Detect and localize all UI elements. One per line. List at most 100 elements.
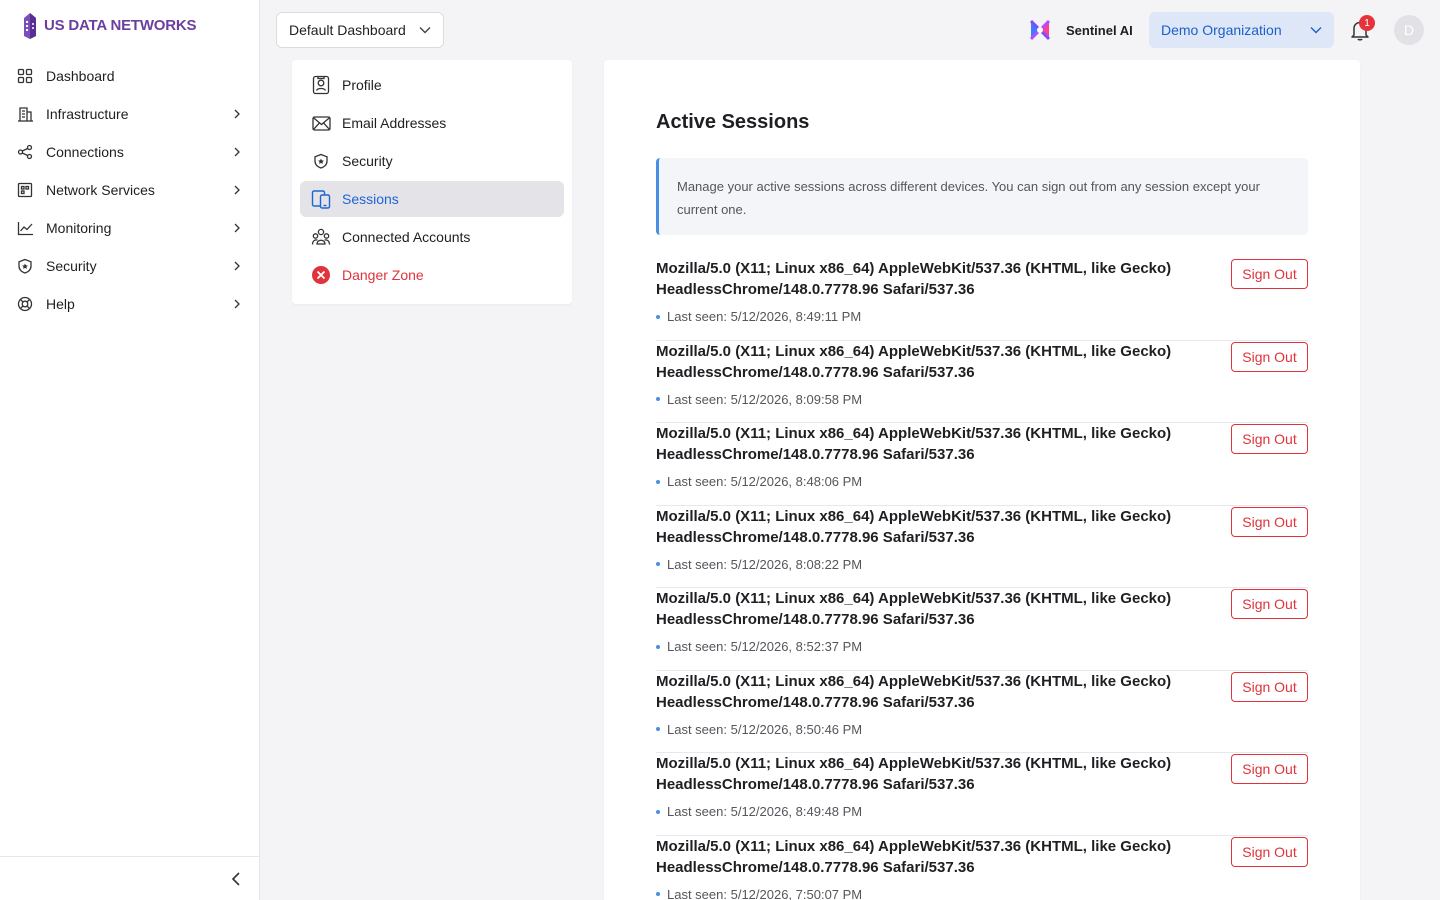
sentinel-ai-button[interactable]: Sentinel AI: [1028, 16, 1133, 44]
session-row: Mozilla/5.0 (X11; Linux x86_64) AppleWeb…: [656, 506, 1308, 588]
building-logo-icon: [24, 13, 36, 39]
settings-menu-item-danger-zone[interactable]: Danger Zone: [300, 257, 564, 293]
settings-menu-label: Profile: [342, 77, 382, 93]
session-last-seen: Last seen: 5/12/2026, 8:48:06 PM: [656, 474, 862, 489]
settings-menu-item-sessions[interactable]: Sessions: [300, 181, 564, 217]
collapse-sidebar-button[interactable]: [226, 869, 246, 889]
dashboard-select[interactable]: Default Dashboard: [276, 12, 444, 48]
chevron-right-icon: [234, 223, 240, 233]
session-row: Mozilla/5.0 (X11; Linux x86_64) AppleWeb…: [656, 588, 1308, 671]
session-last-seen: Last seen: 5/12/2026, 8:50:46 PM: [656, 722, 862, 737]
avatar[interactable]: D: [1394, 15, 1424, 45]
sidebar-item-infrastructure[interactable]: Infrastructure: [0, 95, 260, 133]
brand-name: US DATA NETWORKS: [44, 16, 197, 34]
session-row: Mozilla/5.0 (X11; Linux x86_64) AppleWeb…: [656, 341, 1308, 423]
sidebar-item-help[interactable]: Help: [0, 285, 260, 323]
building-icon: [16, 105, 34, 123]
bullet-dot: [656, 314, 660, 319]
session-last-seen: Last seen: 5/12/2026, 7:50:07 PM: [656, 887, 862, 900]
session-user-agent: Mozilla/5.0 (X11; Linux x86_64) AppleWeb…: [656, 755, 1172, 793]
sign-out-button[interactable]: Sign Out: [1231, 506, 1308, 537]
sidebar-footer: [0, 856, 260, 900]
session-user-agent: Mozilla/5.0 (X11; Linux x86_64) AppleWeb…: [656, 507, 1172, 546]
sidebar-item-dashboard[interactable]: Dashboard: [0, 57, 260, 95]
settings-menu-item-security[interactable]: Security: [300, 143, 564, 179]
session-row: Mozilla/5.0 (X11; Linux x86_64) AppleWeb…: [656, 753, 1308, 836]
sessions-info-box: Manage your active sessions across diffe…: [656, 158, 1308, 235]
brand-logo[interactable]: US DATA NETWORKS: [20, 10, 197, 40]
sidebar-item-label: Dashboard: [46, 68, 115, 84]
sidebar: US DATA NETWORKS Dashboard Infrastructure…: [0, 0, 260, 900]
session-row: Mozilla/5.0 (X11; Linux x86_64) AppleWeb…: [656, 258, 1308, 341]
last-seen-text: Last seen: 5/12/2026, 7:50:07 PM: [667, 886, 863, 900]
sign-out-button[interactable]: Sign Out: [1231, 589, 1308, 619]
error-circle-icon: [311, 265, 331, 285]
top-bar: Default Dashboard Sentinel AI Demo Organ…: [260, 0, 1440, 60]
chevron-right-icon: [234, 147, 240, 157]
session-user-agent: Mozilla/5.0 (X11; Linux x86_64) AppleWeb…: [656, 425, 1172, 463]
settings-menu-item-profile[interactable]: Profile: [300, 67, 564, 103]
settings-menu-item-connected-accounts[interactable]: Connected Accounts: [300, 219, 564, 255]
last-seen-text: Last seen: 5/12/2026, 8:08:22 PM: [667, 556, 863, 572]
sign-out-button[interactable]: Sign Out: [1231, 836, 1308, 867]
last-seen-text: Last seen: 5/12/2026, 8:48:06 PM: [667, 474, 863, 489]
network-icon: [16, 181, 34, 199]
lifebuoy-icon: [16, 295, 34, 313]
profile-icon: [311, 75, 331, 95]
sidebar-item-network-services[interactable]: Network Services: [0, 171, 260, 209]
organization-select-value: Demo Organization: [1161, 22, 1282, 38]
session-last-seen: Last seen: 5/12/2026, 8:08:22 PM: [656, 557, 862, 572]
last-seen-text: Last seen: 5/12/2026, 8:52:37 PM: [667, 639, 863, 654]
chevron-down-icon: [1310, 27, 1322, 34]
grid-icon: [16, 67, 34, 85]
sentinel-ai-label: Sentinel AI: [1066, 22, 1133, 38]
chevron-left-icon: [231, 872, 240, 886]
chevron-right-icon: [234, 109, 240, 119]
bullet-dot: [656, 397, 660, 401]
settings-menu-label: Email Addresses: [342, 115, 447, 131]
bullet-dot: [656, 727, 660, 731]
organization-select[interactable]: Demo Organization: [1149, 12, 1334, 48]
chevron-right-icon: [234, 299, 240, 309]
session-user-agent: Mozilla/5.0 (X11; Linux x86_64) AppleWeb…: [656, 260, 1172, 298]
sidebar-item-label: Monitoring: [46, 220, 112, 236]
last-seen-text: Last seen: 5/12/2026, 8:09:58 PM: [667, 391, 863, 407]
share-nodes-icon: [16, 143, 34, 161]
sign-out-button[interactable]: Sign Out: [1231, 424, 1308, 454]
last-seen-text: Last seen: 5/12/2026, 8:49:48 PM: [667, 804, 863, 819]
sidebar-nav: Dashboard Infrastructure Connections Networ…: [0, 57, 260, 323]
sidebar-item-security[interactable]: Security: [0, 247, 260, 285]
chevron-right-icon: [234, 185, 240, 195]
session-last-seen: Last seen: 5/12/2026, 8:09:58 PM: [656, 392, 862, 407]
bullet-dot: [656, 479, 660, 484]
bullet-dot: [656, 892, 660, 896]
session-user-agent: Mozilla/5.0 (X11; Linux x86_64) AppleWeb…: [656, 672, 1172, 711]
envelope-icon: [311, 113, 331, 133]
sign-out-button[interactable]: Sign Out: [1231, 259, 1308, 289]
session-row: Mozilla/5.0 (X11; Linux x86_64) AppleWeb…: [656, 423, 1308, 506]
sign-out-button[interactable]: Sign Out: [1231, 671, 1308, 702]
shield-icon: [311, 151, 331, 171]
users-icon: [311, 227, 331, 247]
session-user-agent: Mozilla/5.0 (X11; Linux x86_64) AppleWeb…: [656, 342, 1172, 381]
sidebar-item-connections[interactable]: Connections: [0, 133, 260, 171]
settings-menu-label: Connected Accounts: [342, 229, 471, 245]
session-row: Mozilla/5.0 (X11; Linux x86_64) AppleWeb…: [656, 671, 1308, 753]
sidebar-item-label: Help: [46, 296, 75, 312]
sidebar-item-label: Infrastructure: [46, 106, 129, 122]
last-seen-text: Last seen: 5/12/2026, 8:50:46 PM: [667, 721, 863, 737]
settings-menu-item-email-addresses[interactable]: Email Addresses: [300, 105, 564, 141]
line-chart-icon: [16, 219, 34, 237]
dashboard-select-value: Default Dashboard: [289, 22, 406, 38]
sign-out-button[interactable]: Sign Out: [1231, 341, 1308, 372]
settings-menu-label: Sessions: [342, 191, 399, 207]
settings-menu-label: Danger Zone: [342, 267, 424, 283]
notification-badge: 1: [1359, 15, 1375, 31]
shield-icon: [16, 257, 34, 275]
sidebar-item-monitoring[interactable]: Monitoring: [0, 209, 260, 247]
sessions-list: Mozilla/5.0 (X11; Linux x86_64) AppleWeb…: [656, 258, 1308, 900]
settings-menu-label: Security: [342, 153, 393, 169]
sessions-panel: Active Sessions Manage your active sessi…: [604, 60, 1360, 900]
session-row: Mozilla/5.0 (X11; Linux x86_64) AppleWeb…: [656, 836, 1308, 900]
sign-out-button[interactable]: Sign Out: [1231, 754, 1308, 784]
